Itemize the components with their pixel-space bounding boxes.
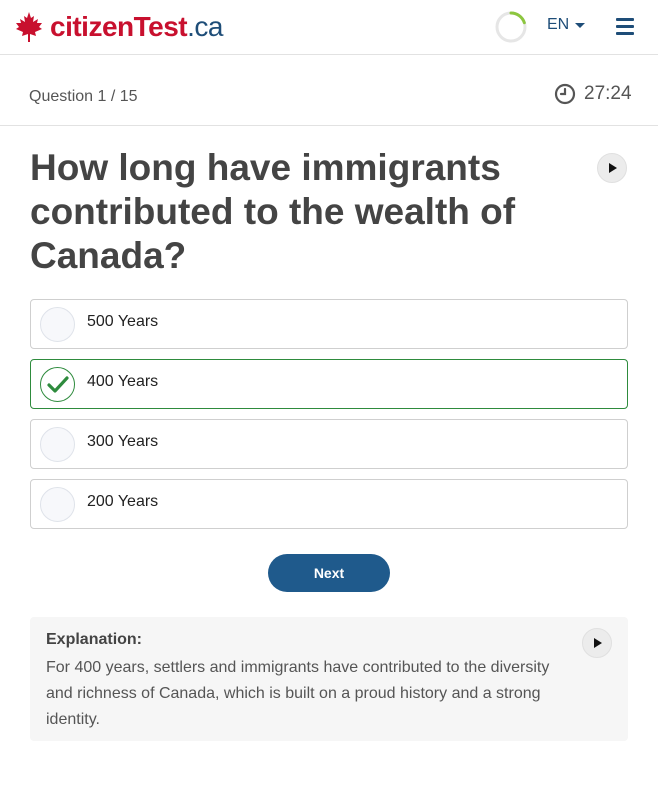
explanation-text: For 400 years, settlers and immigrants h… (46, 659, 550, 728)
radio-button[interactable] (40, 487, 75, 522)
question-text: How long have immigrants contributed to … (30, 147, 516, 276)
progress-ring-icon (495, 11, 527, 43)
answer-option-1[interactable]: 500 Years (30, 299, 628, 349)
question-counter: Question 1 / 15 (29, 88, 138, 105)
play-question-audio-button[interactable] (597, 153, 627, 183)
radio-button[interactable] (40, 307, 75, 342)
timer: 27:24 (554, 83, 632, 105)
timer-value: 27:24 (584, 83, 632, 104)
logo-suffix-text: .ca (187, 11, 223, 42)
explanation-title: Explanation: (46, 631, 143, 648)
language-selector[interactable]: EN (547, 16, 586, 34)
radio-button[interactable] (40, 427, 75, 462)
answer-option-3[interactable]: 300 Years (30, 419, 628, 469)
play-icon (594, 638, 602, 648)
radio-button-checked[interactable] (40, 367, 75, 402)
answer-option-label: 400 Years (87, 373, 159, 390)
play-explanation-audio-button[interactable] (582, 628, 612, 658)
checkmark-icon (46, 375, 69, 393)
next-button[interactable]: Next (268, 554, 390, 592)
answer-option-2[interactable]: 400 Years (30, 359, 628, 409)
maple-leaf-icon (16, 12, 42, 42)
hamburger-menu-icon[interactable] (616, 18, 634, 35)
caret-down-icon (575, 22, 586, 28)
play-icon (609, 163, 617, 173)
answer-option-4[interactable]: 200 Years (30, 479, 628, 529)
explanation-panel: Explanation: For 400 years, settlers and… (30, 617, 628, 741)
top-header: citizenTest.ca EN (0, 0, 658, 55)
language-label: EN (547, 16, 570, 33)
logo-wordmark: citizenTest.ca (50, 13, 223, 41)
answer-option-label: 300 Years (87, 433, 159, 450)
answer-option-label: 200 Years (87, 493, 159, 510)
answer-option-label: 500 Years (87, 313, 159, 330)
question-status-bar: Question 1 / 15 27:24 (0, 55, 658, 126)
clock-icon (554, 83, 576, 105)
citizentest-logo[interactable]: citizenTest.ca (12, 8, 223, 46)
logo-main-text: citizenTest (50, 11, 188, 42)
